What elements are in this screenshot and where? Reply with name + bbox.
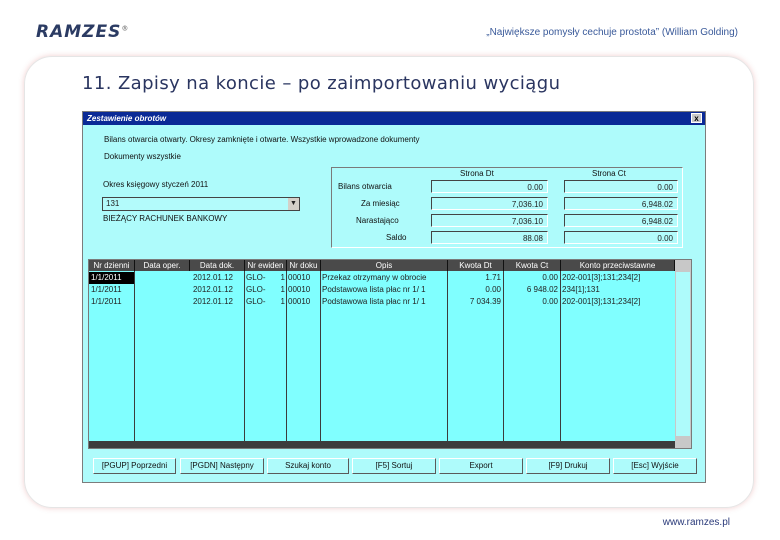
column-header[interactable]: Konto przeciwstawne [561,260,675,271]
cumulative-dt: 7,036.10 [431,214,548,227]
header-quote: „Największe pomysły cechuje prostota” (W… [486,27,738,38]
cell-doc-date: 2012.01.12 [192,297,233,306]
cell-op-date [135,272,190,284]
find-account-button[interactable]: Szukaj konto [267,458,349,474]
cell-doc-date: 2012.01.12 [192,285,233,294]
sort-button[interactable]: [F5] Sortuj [352,458,436,474]
cumulative-ct: 6,948.02 [564,214,678,227]
col-ct-header: Strona Ct [592,169,626,178]
summary-label-month: Za miesiąc [361,199,400,208]
cell-doc-no: 00010 [288,297,311,306]
month-dt: 7,036.10 [431,197,548,210]
cell-amount-dt: 1.71 [485,273,501,282]
window-titlebar[interactable]: Zestawienie obrotów x [83,112,705,125]
cell-description: Przekaz otrzymany w obrocie [322,273,427,282]
saldo-label: Saldo [386,233,407,242]
cell-op-date [135,284,190,296]
print-button[interactable]: [F9] Drukuj [526,458,610,474]
cell-amount-ct: 0.00 [542,273,558,282]
cell-register-no: GLO- [246,285,266,294]
document-filter-label: Dokumenty wszystkie [104,152,181,161]
slide-title: 11. Zapisy na koncie – po zaimportowaniu… [82,73,561,94]
column-header[interactable]: Kwota Ct [504,260,561,271]
cell-op-date [135,296,190,308]
cell-doc-no: 00010 [288,285,311,294]
column-header[interactable]: Data oper. [135,260,190,271]
summary-label-cumulative: Narastająco [356,216,399,225]
cell-amount-dt: 7 034.39 [469,297,501,306]
account-name: BIEŻĄCY RACHUNEK BANKOWY [103,214,228,223]
cell-register-no: GLO- [246,273,266,282]
horizontal-scrollbar[interactable] [89,441,675,448]
cell-contra-account: 202-001[3];131;234[2] [562,273,641,282]
column-header[interactable]: Opis [321,260,448,271]
table-row[interactable]: 1/1/2011 2012.01.12 GLO- 1 00010 Podstaw… [89,296,675,308]
turnover-window: Zestawienie obrotów x Bilans otwarcia ot… [82,111,706,483]
entries-table[interactable]: Nr dzienni Data oper. Data dok. Nr ewide… [88,259,692,449]
table-row[interactable]: 1/1/2011 2012.01.12 GLO- 1 00010 Przekaz… [89,272,675,284]
saldo-ct: 0.00 [564,231,678,244]
cell-description: Podstawowa lista płac nr 1/ 1 [322,285,426,294]
column-header[interactable]: Data dok. [190,260,245,271]
summary-label-opening: Bilans otwarcia [338,182,392,191]
cell-register-no: GLO- [246,297,266,306]
opening-ct: 0.00 [564,180,678,193]
table-header: Nr dzienni Data oper. Data dok. Nr ewide… [89,260,675,271]
cell-register-no-2: 1 [280,273,285,282]
col-dt-header: Strona Dt [460,169,494,178]
logo-text: RAMZES [36,22,122,42]
cell-journal-no: 1/1/2011 [91,285,122,294]
cell-amount-ct: 0.00 [542,297,558,306]
saldo-dt: 88.08 [431,231,548,244]
column-header[interactable]: Nr doku [287,260,321,271]
vertical-scrollbar[interactable] [675,260,691,448]
ramzes-logo: RAMZES® [36,22,129,42]
table-row[interactable]: 1/1/2011 2012.01.12 GLO- 1 00010 Podstaw… [89,284,675,296]
column-header[interactable]: Nr ewiden [245,260,287,271]
close-icon[interactable]: x [691,113,702,123]
period-label: Okres księgowy styczeń 2011 [103,180,209,189]
column-header[interactable]: Kwota Dt [448,260,504,271]
cell-doc-date: 2012.01.12 [192,273,233,282]
cell-description: Podstawowa lista płac nr 1/ 1 [322,297,426,306]
window-title: Zestawienie obrotów [87,114,167,123]
cell-journal-no: 1/1/2011 [91,297,122,306]
cell-amount-ct: 6 948.02 [526,285,558,294]
chevron-down-icon[interactable]: ▼ [288,198,299,210]
account-select-value: 131 [106,199,120,208]
status-line: Bilans otwarcia otwarty. Okresy zamknięt… [104,135,420,144]
opening-dt: 0.00 [431,180,548,193]
account-select[interactable]: 131 ▼ [102,197,300,211]
next-button[interactable]: [PGDN] Następny [180,458,264,474]
cell-register-no-2: 1 [280,285,285,294]
cell-amount-dt: 0.00 [485,285,501,294]
cell-contra-account: 234[1];131 [562,285,600,294]
registered-mark: ® [121,24,130,33]
previous-button[interactable]: [PGUP] Poprzedni [93,458,176,474]
month-ct: 6,948.02 [564,197,678,210]
cell-doc-no: 00010 [288,273,311,282]
export-button[interactable]: Export [439,458,523,474]
cell-contra-account: 202-001[3];131;234[2] [562,297,641,306]
scrollbar-thumb[interactable] [676,272,690,436]
footer-url[interactable]: www.ramzes.pl [663,517,730,528]
column-header[interactable]: Nr dzienni [89,260,135,271]
cell-journal-no: 1/1/2011 [89,272,134,284]
cell-register-no-2: 1 [280,297,285,306]
exit-button[interactable]: [Esc] Wyjście [613,458,697,474]
